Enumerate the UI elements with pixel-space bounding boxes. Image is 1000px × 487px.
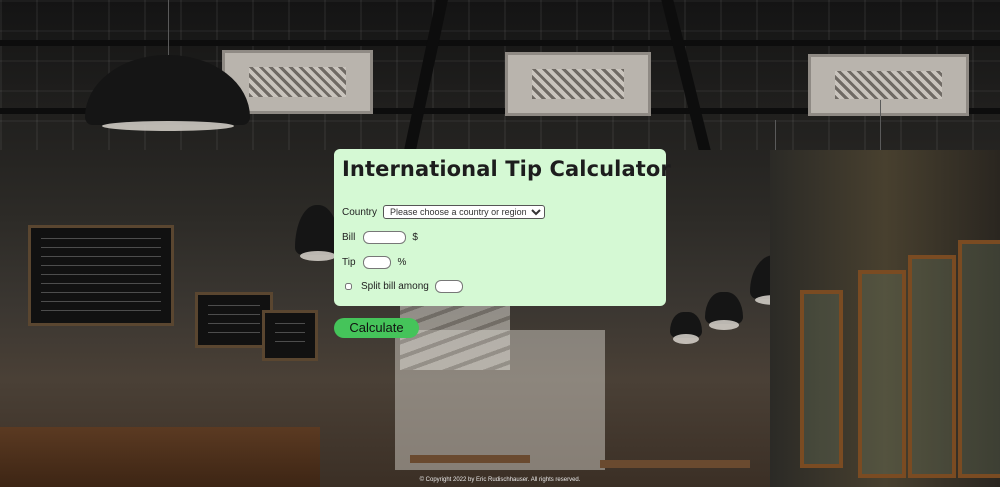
bill-row: Bill $ <box>342 231 418 244</box>
menu-chalkboard <box>28 225 174 326</box>
table <box>410 455 530 463</box>
lamp-wire <box>168 0 169 60</box>
country-label: Country <box>342 206 378 218</box>
ceiling-vent <box>505 52 651 116</box>
menu-chalkboard <box>262 310 318 361</box>
split-row: Split bill among <box>342 280 463 293</box>
ceiling-vent <box>808 54 969 116</box>
tip-input[interactable] <box>362 256 391 269</box>
split-count-input[interactable] <box>434 280 463 293</box>
split-bill-checkbox[interactable] <box>345 283 352 290</box>
window-frame <box>858 270 906 478</box>
ceiling-beam <box>0 40 1000 46</box>
window-frame <box>908 255 956 478</box>
page-title: International Tip Calculator <box>342 157 671 181</box>
calculate-button[interactable]: Calculate <box>334 318 419 338</box>
currency-symbol: $ <box>412 232 418 243</box>
staircase <box>400 300 510 370</box>
country-select[interactable]: Please choose a country or region: <box>383 205 546 219</box>
tip-row: Tip % <box>342 256 406 269</box>
tip-label: Tip <box>342 257 356 268</box>
pendant-lamp <box>670 312 702 344</box>
percent-symbol: % <box>397 257 407 268</box>
pendant-lamp <box>705 292 743 330</box>
window-frame <box>958 240 1000 478</box>
window-frame <box>800 290 843 468</box>
bill-input[interactable] <box>363 231 407 244</box>
country-row: Country Please choose a country or regio… <box>342 205 546 219</box>
split-bill-label: Split bill among <box>361 281 429 292</box>
calculator-card: International Tip Calculator Country Ple… <box>334 149 671 306</box>
copyright-footer: © Copyright 2022 by Eric Rudischhauser. … <box>419 477 581 483</box>
table <box>600 460 750 468</box>
bill-label: Bill <box>342 232 356 243</box>
